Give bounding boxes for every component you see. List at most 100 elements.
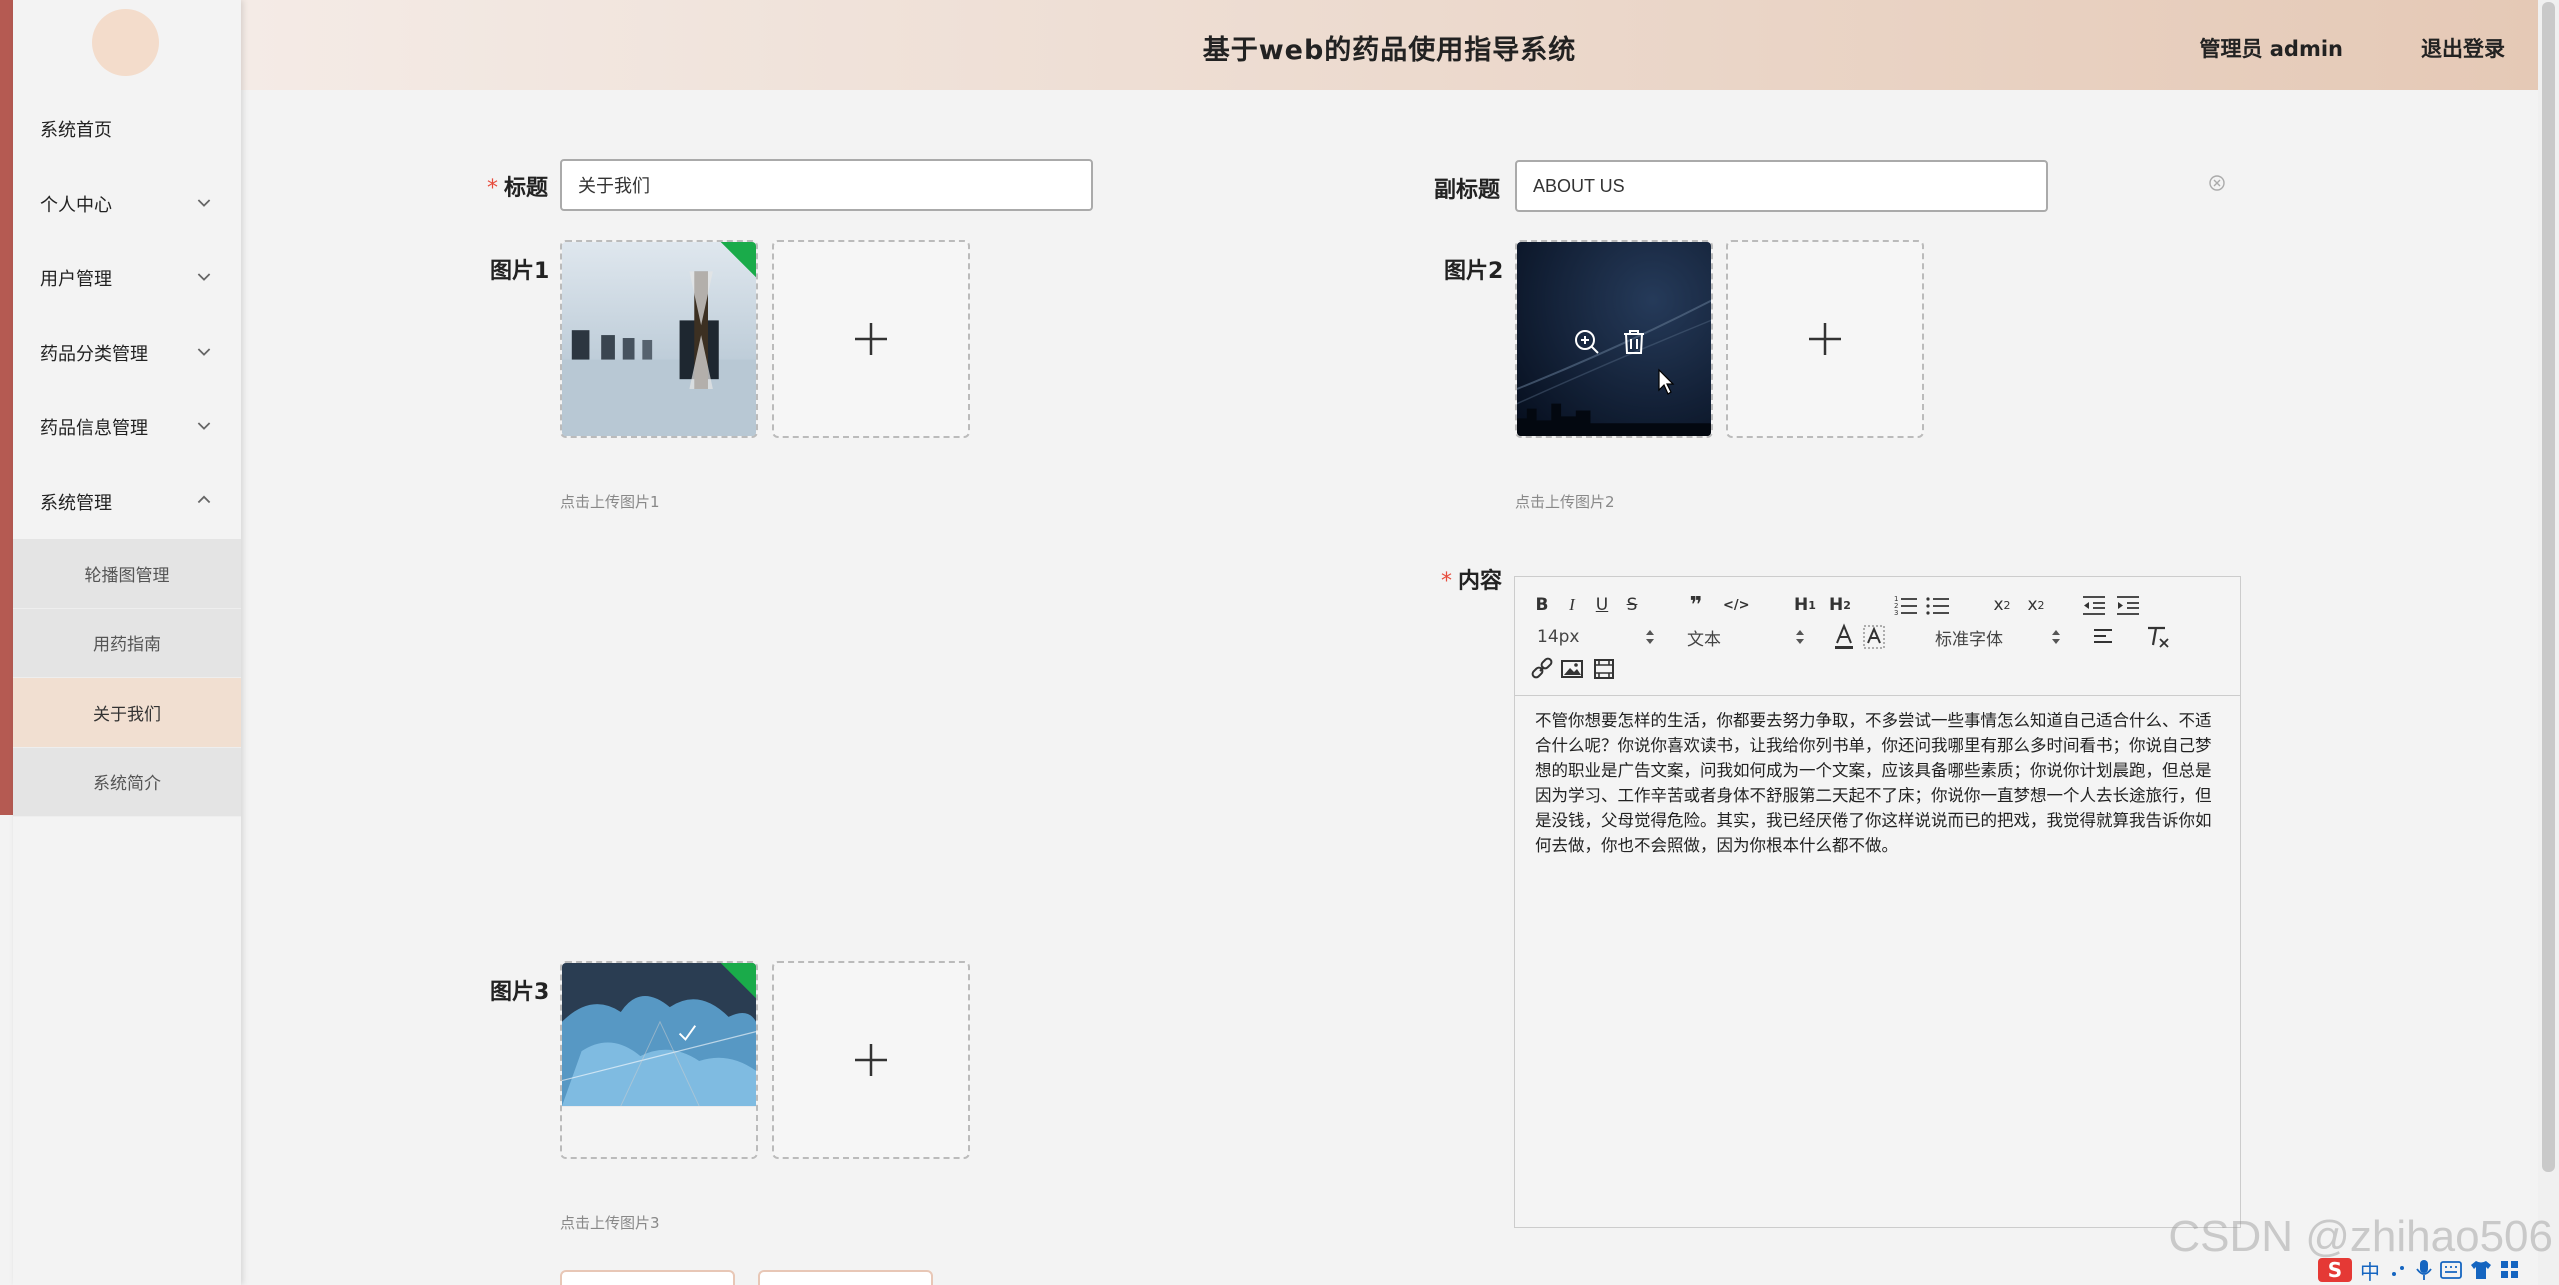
plus-icon	[855, 323, 887, 355]
pic1-thumbnail[interactable]	[560, 240, 758, 438]
select-arrows-icon	[1646, 630, 1654, 644]
subtitle-input[interactable]	[1515, 160, 2048, 212]
image-icon[interactable]	[1559, 655, 1585, 683]
microphone-icon[interactable]	[2416, 1259, 2432, 1281]
world-map-image	[562, 963, 756, 1157]
ime-toolbar[interactable]: S 中	[2318, 1255, 2558, 1285]
font-size-select[interactable]: 14px	[1537, 623, 1655, 651]
sidebar-subitem-about-us[interactable]: 关于我们	[13, 678, 241, 748]
sidebar: 系统首页 个人中心 用户管理 药品分类管理 药品信息管理 系统管理 轮播图管理	[13, 0, 241, 1285]
required-mark: *	[487, 176, 498, 201]
text-color-icon[interactable]	[1831, 623, 1857, 651]
title-input[interactable]	[560, 159, 1093, 211]
bullet-list-icon[interactable]	[1925, 591, 1951, 619]
sidebar-subitem-label: 用药指南	[93, 635, 161, 656]
avatar[interactable]	[92, 9, 159, 76]
sidebar-item-user-management[interactable]: 用户管理	[13, 241, 241, 316]
video-icon[interactable]	[1591, 655, 1617, 683]
cancel-button[interactable]	[758, 1270, 933, 1285]
pic2-thumbnail[interactable]	[1515, 240, 1713, 438]
sidebar-item-label: 系统首页	[40, 120, 112, 142]
sidebar-subitem-system-intro[interactable]: 系统简介	[13, 748, 241, 817]
svg-text:3: 3	[1894, 609, 1898, 617]
select-arrows-icon	[1796, 630, 1804, 644]
pic2-tip: 点击上传图片2	[1515, 493, 1615, 511]
ordered-list-icon[interactable]: 123	[1893, 591, 1919, 619]
sidebar-item-label: 用户管理	[40, 269, 112, 291]
strikethrough-icon[interactable]: S	[1619, 591, 1645, 619]
sidebar-item-label: 药品信息管理	[40, 418, 148, 440]
heading1-icon[interactable]: H1	[1792, 591, 1818, 619]
sidebar-subitem-label: 轮播图管理	[84, 565, 170, 586]
font-family-select[interactable]: 标准字体	[1935, 623, 2061, 651]
chevron-down-icon	[197, 422, 211, 431]
sidebar-item-drug-info[interactable]: 药品信息管理	[13, 390, 241, 465]
subtitle-label: 副标题	[1434, 178, 1501, 203]
zoom-in-icon[interactable]	[1573, 328, 1601, 356]
bold-icon[interactable]: B	[1529, 591, 1555, 619]
code-block-icon[interactable]: </>	[1723, 591, 1750, 619]
pic1-label: 图片1	[490, 259, 550, 284]
current-user: 管理员 admin	[2199, 37, 2343, 61]
sidebar-item-home[interactable]: 系统首页	[13, 92, 241, 167]
background-color-icon[interactable]	[1861, 623, 1887, 651]
block-type-value: 文本	[1687, 629, 1721, 650]
plus-icon	[855, 1044, 887, 1076]
sidebar-menu: 系统首页 个人中心 用户管理 药品分类管理 药品信息管理 系统管理 轮播图管理	[13, 92, 241, 817]
submit-button[interactable]	[560, 1270, 735, 1285]
skin-icon[interactable]	[2470, 1260, 2492, 1280]
mouse-cursor-icon	[1658, 368, 1675, 395]
page-scrollbar[interactable]	[2538, 0, 2559, 1285]
pic3-tip: 点击上传图片3	[560, 1214, 660, 1232]
editor-toolbar: B I U S ❞ </> H1 H2 123 x2 x2 14px 文本 标准…	[1515, 577, 2240, 696]
indent-icon[interactable]	[2115, 591, 2141, 619]
blockquote-icon[interactable]: ❞	[1683, 591, 1709, 619]
chevron-down-icon	[197, 273, 211, 282]
sidebar-item-personal-center[interactable]: 个人中心	[13, 167, 241, 242]
pic2-upload-button[interactable]	[1726, 240, 1924, 438]
top-header: 基于web的药品使用指导系统 管理员 admin 退出登录	[241, 0, 2538, 90]
ime-punctuation-icon[interactable]	[2388, 1260, 2408, 1280]
pic3-upload-button[interactable]	[772, 961, 970, 1159]
italic-icon[interactable]: I	[1559, 591, 1585, 619]
sidebar-subitem-carousel[interactable]: 轮播图管理	[13, 539, 241, 609]
select-arrows-icon	[2052, 630, 2060, 644]
heading2-icon[interactable]: H2	[1827, 591, 1853, 619]
sidebar-accent-stripe	[0, 0, 13, 815]
sidebar-item-label: 系统管理	[40, 492, 112, 514]
ime-language[interactable]: 中	[2360, 1256, 2380, 1285]
logout-link[interactable]: 退出登录	[2421, 33, 2505, 63]
keyboard-icon[interactable]	[2440, 1261, 2462, 1279]
align-icon[interactable]	[2091, 623, 2117, 651]
pic1-upload-button[interactable]	[772, 240, 970, 438]
underline-icon[interactable]: U	[1589, 591, 1615, 619]
pic1-tip: 点击上传图片1	[560, 493, 660, 511]
block-type-select[interactable]: 文本	[1687, 623, 1805, 651]
sidebar-subitem-medication-guide[interactable]: 用药指南	[13, 609, 241, 678]
plus-icon	[1809, 323, 1841, 355]
chevron-down-icon	[197, 199, 211, 207]
pic3-thumbnail[interactable]	[560, 961, 758, 1159]
ime-menu-icon[interactable]	[2500, 1260, 2520, 1280]
link-icon[interactable]	[1529, 655, 1555, 683]
rich-text-editor: B I U S ❞ </> H1 H2 123 x2 x2 14px 文本 标准…	[1514, 576, 2241, 1228]
clear-format-icon[interactable]	[2145, 623, 2171, 651]
conference-room-image	[562, 242, 756, 436]
ime-logo: S	[2318, 1258, 2352, 1282]
required-mark: *	[1441, 569, 1452, 594]
pic3-label: 图片3	[490, 980, 550, 1005]
sidebar-item-drug-category[interactable]: 药品分类管理	[13, 316, 241, 391]
subscript-icon[interactable]: x2	[1989, 591, 2015, 619]
delete-icon[interactable]	[1621, 328, 1647, 356]
clear-icon[interactable]	[2208, 174, 2226, 192]
chevron-down-icon	[197, 348, 211, 356]
chevron-up-icon	[197, 495, 211, 503]
superscript-icon[interactable]: x2	[2023, 591, 2049, 619]
outdent-icon[interactable]	[2081, 591, 2107, 619]
scrollbar-thumb[interactable]	[2542, 2, 2555, 1172]
sidebar-item-label: 药品分类管理	[40, 343, 148, 365]
pic2-label: 图片2	[1444, 259, 1504, 284]
editor-content[interactable]: 不管你想要怎样的生活，你都要去努力争取，不多尝试一些事情怎么知道自己适合什么、不…	[1515, 696, 2240, 870]
sidebar-item-system-management[interactable]: 系统管理	[13, 465, 241, 540]
city-night-image	[1517, 242, 1711, 436]
